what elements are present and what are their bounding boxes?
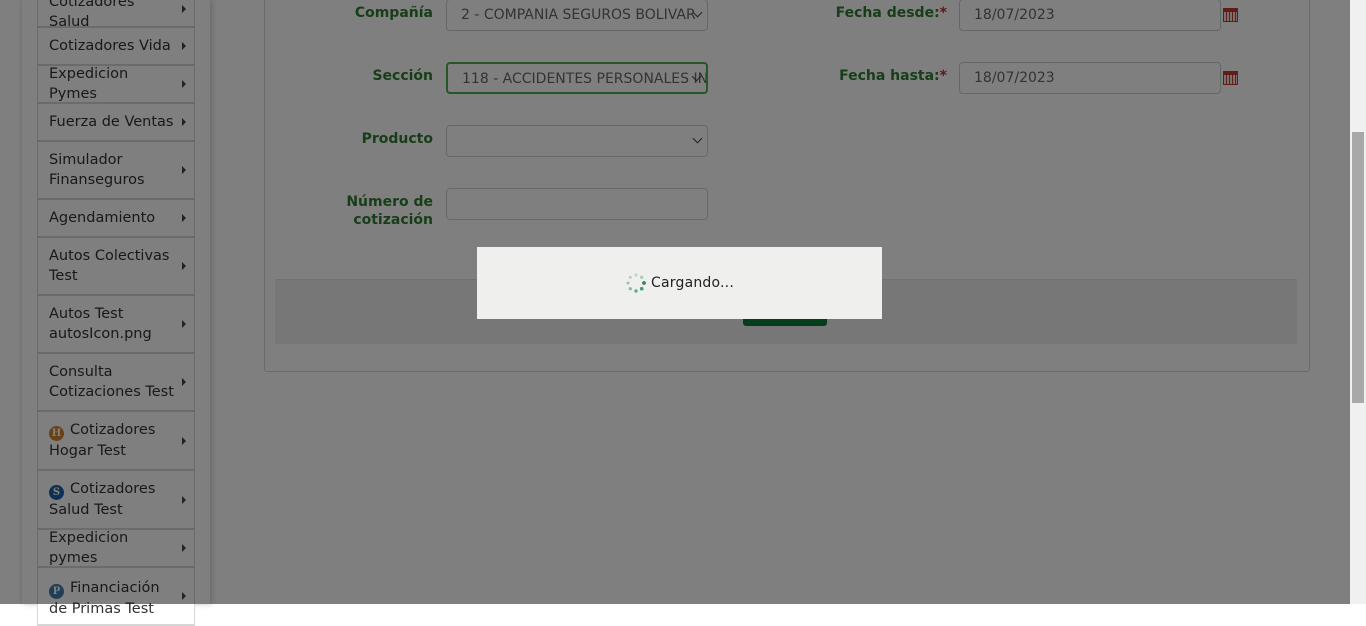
loading-text: Cargando... [651,275,734,291]
scrollbar-thumb[interactable] [1352,132,1364,403]
loading-dialog: Cargando... [477,247,882,319]
spinner-icon [626,273,646,293]
page-scrollbar[interactable] [1350,0,1366,604]
